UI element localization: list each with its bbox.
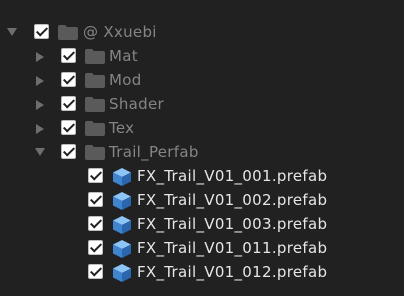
checkbox-shader[interactable] (61, 96, 76, 111)
checkbox-trail-perfab[interactable] (61, 144, 76, 159)
tree-row-prefab[interactable]: FX_Trail_V01_011.prefab (0, 237, 404, 261)
expand-arrow-icon[interactable] (35, 148, 45, 156)
prefab-cube-icon (113, 264, 131, 282)
checkbox-prefab[interactable] (88, 216, 103, 231)
tree-label-trail-perfab: Trail_Perfab (109, 143, 199, 161)
checkbox-prefab[interactable] (88, 264, 103, 279)
checkbox-prefab[interactable] (88, 240, 103, 255)
tree-label-mat: Mat (109, 47, 138, 65)
collapse-arrow-icon[interactable] (36, 100, 44, 110)
checkbox-mat[interactable] (61, 48, 76, 63)
tree-row-trail-perfab[interactable]: Trail_Perfab (0, 141, 404, 165)
folder-icon (85, 49, 105, 64)
folder-icon (85, 121, 105, 136)
expand-arrow-icon[interactable] (7, 28, 17, 36)
collapse-arrow-icon[interactable] (36, 124, 44, 134)
tree-label-prefab: FX_Trail_V01_011.prefab (137, 239, 328, 257)
tree-label-prefab: FX_Trail_V01_002.prefab (137, 191, 328, 209)
tree-label-mod: Mod (109, 71, 142, 89)
tree-row-root[interactable]: @ Xxuebi (0, 21, 404, 45)
tree-row-prefab[interactable]: FX_Trail_V01_003.prefab (0, 213, 404, 237)
tree-row-mat[interactable]: Mat (0, 45, 404, 69)
folder-icon (58, 25, 78, 40)
tree-row-shader[interactable]: Shader (0, 93, 404, 117)
checkbox-tex[interactable] (61, 120, 76, 135)
folder-icon (85, 145, 105, 160)
tree-label-tex: Tex (109, 119, 135, 137)
checkbox-prefab[interactable] (88, 168, 103, 183)
collapse-arrow-icon[interactable] (36, 76, 44, 86)
tree-row-tex[interactable]: Tex (0, 117, 404, 141)
folder-icon (85, 97, 105, 112)
prefab-cube-icon (113, 192, 131, 210)
checkbox-root[interactable] (34, 24, 49, 39)
tree-label-shader: Shader (109, 95, 164, 113)
tree-row-prefab[interactable]: FX_Trail_V01_012.prefab (0, 261, 404, 285)
checkbox-mod[interactable] (61, 72, 76, 87)
tree-row-prefab[interactable]: FX_Trail_V01_001.prefab (0, 165, 404, 189)
tree-label-root: @ Xxuebi (83, 23, 157, 41)
tree-label-prefab: FX_Trail_V01_012.prefab (137, 263, 328, 281)
tree-row-mod[interactable]: Mod (0, 69, 404, 93)
prefab-cube-icon (113, 216, 131, 234)
tree-label-prefab: FX_Trail_V01_001.prefab (137, 167, 328, 185)
folder-icon (85, 73, 105, 88)
tree-label-prefab: FX_Trail_V01_003.prefab (137, 215, 328, 233)
tree-row-prefab[interactable]: FX_Trail_V01_002.prefab (0, 189, 404, 213)
prefab-cube-icon (113, 168, 131, 186)
collapse-arrow-icon[interactable] (36, 52, 44, 62)
checkbox-prefab[interactable] (88, 192, 103, 207)
prefab-cube-icon (113, 240, 131, 258)
